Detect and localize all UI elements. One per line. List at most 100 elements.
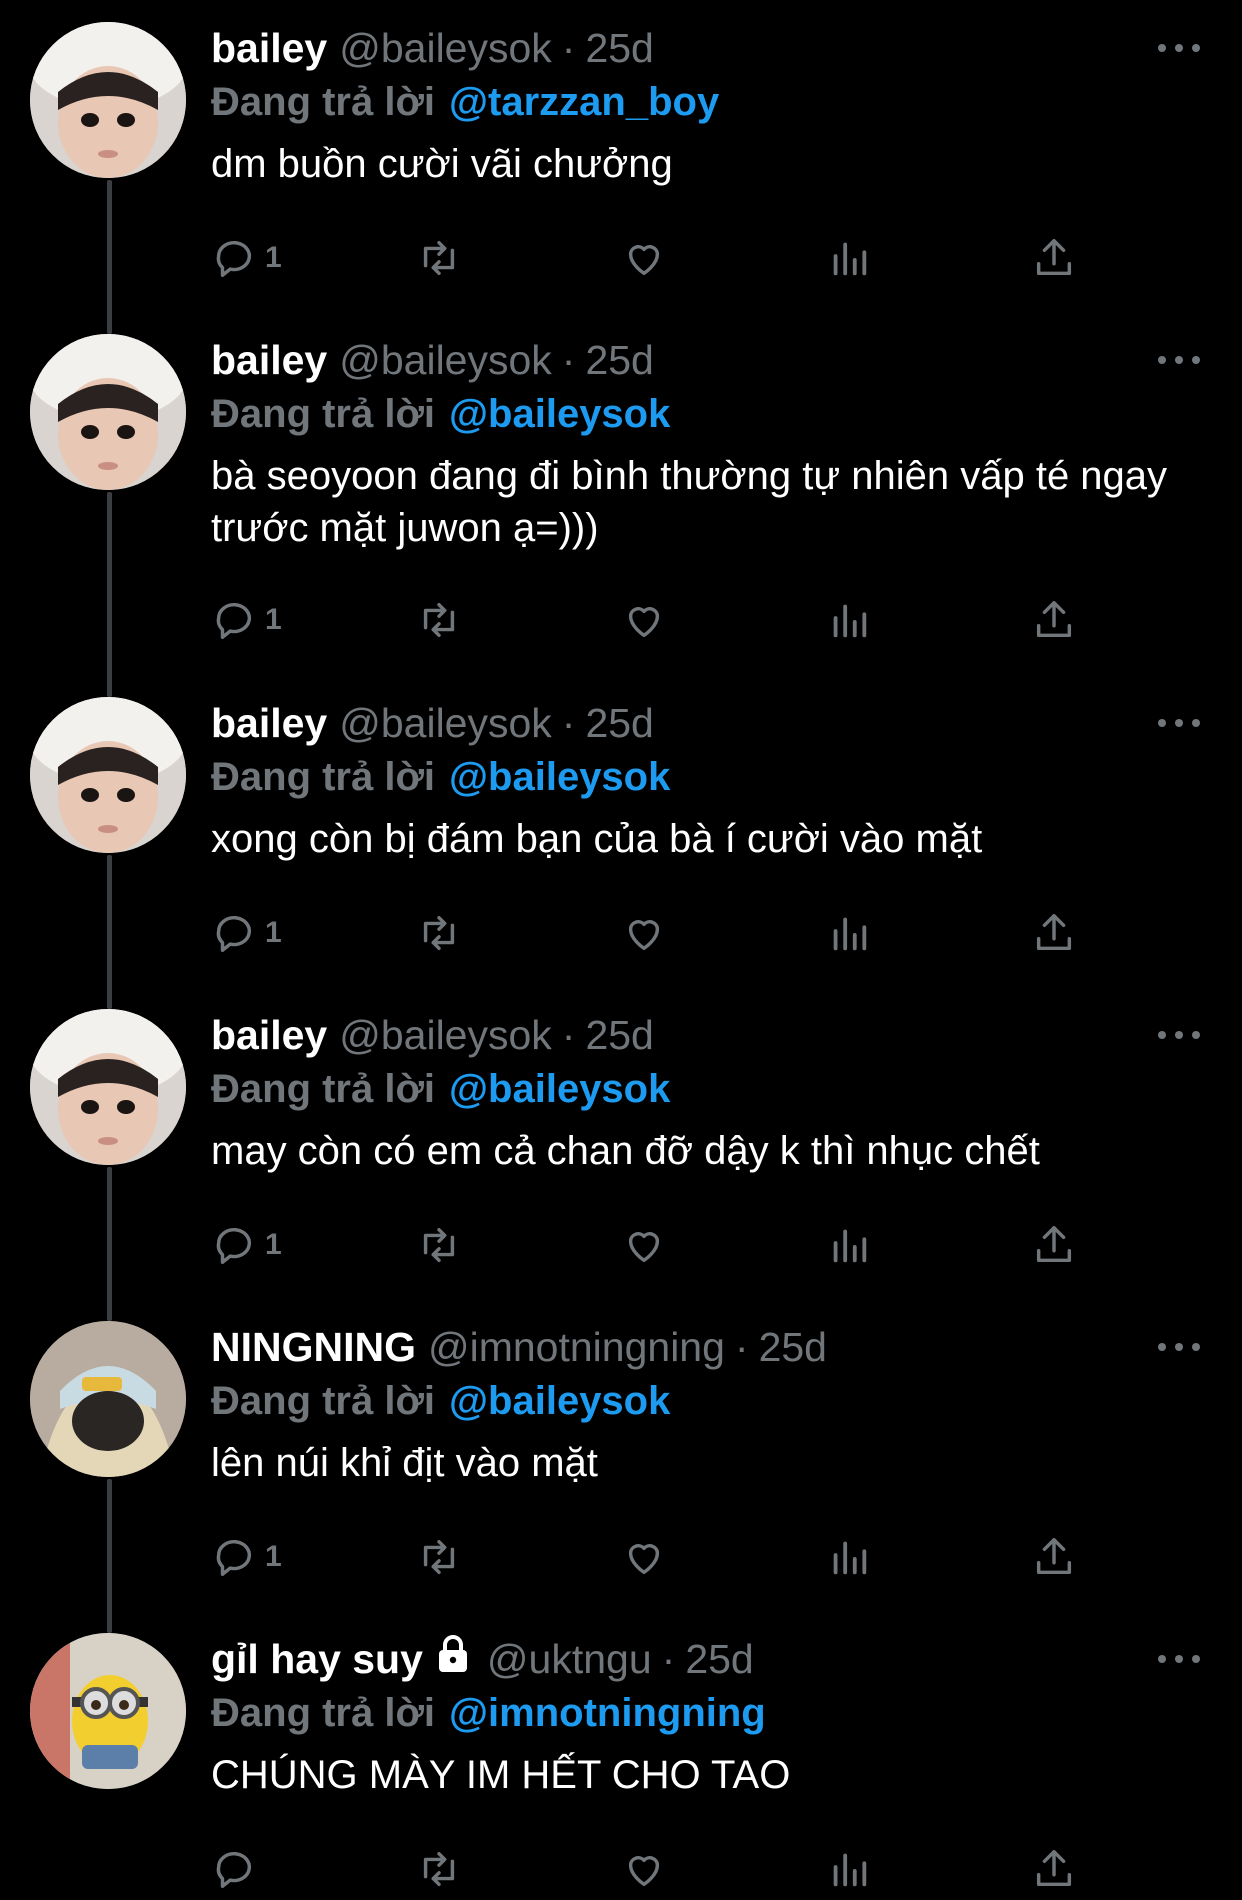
user-handle[interactable]: @baileysok <box>339 700 552 747</box>
more-icon[interactable] <box>1158 22 1200 74</box>
views-icon <box>833 1541 867 1575</box>
like-button[interactable] <box>621 1529 667 1585</box>
like-button[interactable] <box>621 905 667 961</box>
like-icon <box>628 245 660 276</box>
timestamp[interactable]: 25d <box>585 25 653 72</box>
display-name[interactable]: NINGNING <box>211 1324 416 1371</box>
reply-count: 1 <box>265 603 282 636</box>
thread-connector <box>107 492 112 695</box>
replying-to-label: Đang trả lời <box>211 754 436 799</box>
retweet-button[interactable] <box>416 592 462 648</box>
tweet-header: bailey @baileysok · 25d <box>211 1009 654 1061</box>
share-icon <box>1036 1850 1072 1887</box>
views-button[interactable] <box>826 592 872 648</box>
replying-to-handle[interactable]: @baileysok <box>449 1067 670 1112</box>
views-button[interactable] <box>826 1841 872 1897</box>
replying-to-label: Đang trả lời <box>211 1690 436 1735</box>
share-button[interactable] <box>1031 592 1077 648</box>
reply-button[interactable]: 1 <box>211 905 282 961</box>
more-icon[interactable] <box>1158 334 1200 386</box>
timestamp[interactable]: 25d <box>685 1636 753 1683</box>
user-handle[interactable]: @uktngu <box>487 1636 652 1683</box>
retweet-button[interactable] <box>416 1217 462 1273</box>
share-button[interactable] <box>1031 230 1077 286</box>
views-button[interactable] <box>826 230 872 286</box>
views-button[interactable] <box>826 1529 872 1585</box>
display-name[interactable]: bailey <box>211 337 327 384</box>
share-button[interactable] <box>1031 1217 1077 1273</box>
like-button[interactable] <box>621 592 667 648</box>
timestamp[interactable]: 25d <box>585 700 653 747</box>
share-icon <box>1036 1538 1072 1575</box>
like-button[interactable] <box>621 230 667 286</box>
reply-button[interactable]: 1 <box>211 1529 282 1585</box>
reply-icon <box>216 603 252 639</box>
more-icon[interactable] <box>1158 1321 1200 1373</box>
thread-connector <box>107 675 112 697</box>
lock-icon <box>435 1634 471 1684</box>
more-icon[interactable] <box>1158 697 1200 749</box>
user-handle[interactable]: @baileysok <box>339 337 552 384</box>
avatar[interactable] <box>30 334 186 490</box>
reply-button[interactable] <box>211 1841 265 1897</box>
retweet-button[interactable] <box>416 905 462 961</box>
replying-to-handle[interactable]: @baileysok <box>449 755 670 800</box>
tweet-header: bailey @baileysok · 25d <box>211 22 654 74</box>
tweet[interactable]: bailey @baileysok · 25d Đang trả lời @ba… <box>0 312 1242 695</box>
replying-to-label: Đang trả lời <box>211 391 436 436</box>
display-name[interactable]: bailey <box>211 25 327 72</box>
like-button[interactable] <box>621 1217 667 1273</box>
timestamp[interactable]: 25d <box>759 1324 827 1371</box>
like-icon <box>628 920 660 951</box>
reply-button[interactable]: 1 <box>211 592 282 648</box>
retweet-button[interactable] <box>416 1841 462 1897</box>
replying-to-handle[interactable]: @baileysok <box>449 1379 670 1424</box>
retweet-icon <box>423 1227 455 1263</box>
tweet[interactable]: bailey @baileysok · 25d Đang trả lời @ta… <box>0 0 1242 332</box>
replying-to-handle[interactable]: @baileysok <box>449 392 670 437</box>
avatar[interactable] <box>30 1633 186 1789</box>
views-icon <box>833 917 867 951</box>
retweet-icon <box>423 1539 455 1575</box>
separator: · <box>561 699 576 746</box>
share-button[interactable] <box>1031 1841 1077 1897</box>
thread-connector <box>107 987 112 1009</box>
share-button[interactable] <box>1031 905 1077 961</box>
retweet-button[interactable] <box>416 1529 462 1585</box>
reply-icon <box>216 916 252 952</box>
reply-button[interactable]: 1 <box>211 230 282 286</box>
avatar[interactable] <box>30 1009 186 1165</box>
views-button[interactable] <box>826 905 872 961</box>
avatar-child-image <box>30 697 186 853</box>
display-name[interactable]: gỉl hay suy <box>211 1636 423 1683</box>
share-button[interactable] <box>1031 1529 1077 1585</box>
tweet-header: NINGNING @imnotningning · 25d <box>211 1321 827 1373</box>
user-handle[interactable]: @imnotningning <box>428 1324 725 1371</box>
avatar[interactable] <box>30 22 186 178</box>
views-icon <box>833 1229 867 1263</box>
like-button[interactable] <box>621 1841 667 1897</box>
timestamp[interactable]: 25d <box>585 1012 653 1059</box>
views-icon <box>833 1853 867 1887</box>
more-icon[interactable] <box>1158 1009 1200 1061</box>
avatar[interactable] <box>30 1321 186 1477</box>
user-handle[interactable]: @baileysok <box>339 1012 552 1059</box>
tweet[interactable]: gỉl hay suy @uktngu · 25d Đang trả lời @… <box>0 1611 1242 1900</box>
user-handle[interactable]: @baileysok <box>339 25 552 72</box>
display-name[interactable]: bailey <box>211 1012 327 1059</box>
retweet-button[interactable] <box>416 230 462 286</box>
tweet[interactable]: NINGNING @imnotningning · 25d Đang trả l… <box>0 1299 1242 1631</box>
views-button[interactable] <box>826 1217 872 1273</box>
tweet[interactable]: bailey @baileysok · 25d Đang trả lời @ba… <box>0 987 1242 1319</box>
replying-to-handle[interactable]: @tarzzan_boy <box>449 80 719 125</box>
reply-button[interactable]: 1 <box>211 1217 282 1273</box>
reply-count: 1 <box>265 916 282 949</box>
timestamp[interactable]: 25d <box>585 337 653 384</box>
avatar[interactable] <box>30 697 186 853</box>
replying-to-handle[interactable]: @imnotningning <box>449 1691 766 1736</box>
more-icon[interactable] <box>1158 1633 1200 1685</box>
tweet[interactable]: bailey @baileysok · 25d Đang trả lời @ba… <box>0 675 1242 1007</box>
display-name[interactable]: bailey <box>211 700 327 747</box>
retweet-icon <box>423 240 455 276</box>
action-bar: 1 <box>211 230 1091 286</box>
